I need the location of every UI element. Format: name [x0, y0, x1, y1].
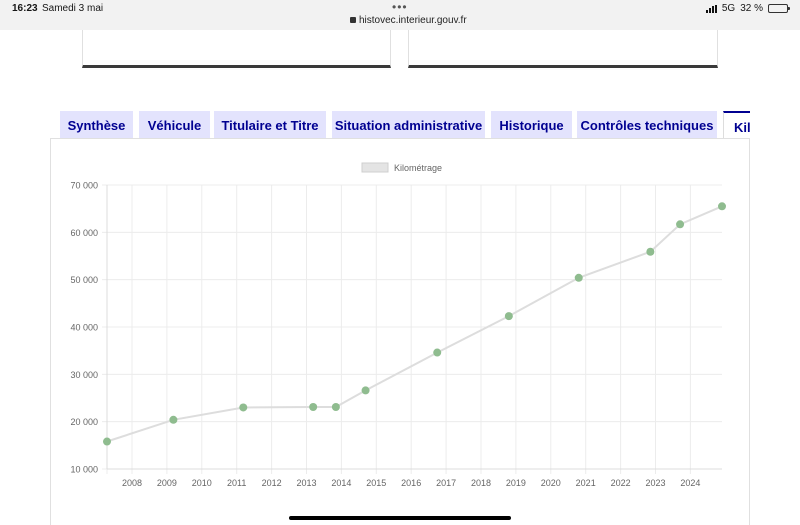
- tab-controles-techniques[interactable]: Contrôles techniques: [577, 111, 717, 140]
- address-bar[interactable]: histovec.interieur.gouv.fr: [350, 15, 467, 26]
- x-tick-label: 2014: [331, 478, 351, 488]
- legend-swatch: [361, 162, 389, 173]
- mileage-chart: 10 000 20 000 30 000 40 000 50 000 60 000 70 0…: [70, 162, 726, 488]
- data-point: [574, 273, 583, 282]
- data-point: [103, 437, 111, 446]
- x-tick-label: 2008: [122, 478, 142, 488]
- x-tick-label: 2022: [611, 478, 631, 488]
- x-tick-label: 2019: [506, 478, 526, 488]
- y-tick-label: 30 000: [70, 370, 98, 380]
- tab-vehicule[interactable]: Véhicule: [139, 111, 210, 140]
- data-point: [331, 402, 340, 411]
- x-tick-label: 2009: [157, 478, 177, 488]
- y-tick-label: 60 000: [70, 228, 98, 238]
- chart-legend: Kilométrage: [361, 162, 442, 173]
- home-indicator[interactable]: [289, 516, 511, 520]
- chart-axes: 10 000 20 000 30 000 40 000 50 000 60 000 70 0…: [70, 181, 722, 488]
- status-time: 16:23: [12, 3, 38, 14]
- data-point: [169, 415, 178, 424]
- x-tick-label: 2010: [192, 478, 212, 488]
- data-point: [504, 312, 513, 321]
- y-tick-label: 20 000: [70, 417, 98, 427]
- data-point: [676, 220, 685, 229]
- tab-titulaire-titre[interactable]: Titulaire et Titre: [214, 111, 326, 140]
- data-point: [239, 403, 248, 412]
- x-tick-label: 2013: [296, 478, 316, 488]
- x-tick-label: 2012: [262, 478, 282, 488]
- lock-icon: [350, 17, 356, 23]
- tab-situation-administrative[interactable]: Situation administrative: [332, 111, 485, 140]
- tab-panel: 10 000 20 000 30 000 40 000 50 000 60 000 70 0…: [50, 138, 750, 525]
- signal-icon: [705, 4, 717, 13]
- y-tick-label: 40 000: [70, 323, 98, 333]
- battery-percent: 32 %: [740, 3, 763, 14]
- x-tick-label: 2015: [366, 478, 386, 488]
- y-tick-label: 50 000: [70, 275, 98, 285]
- status-date: Samedi 3 mai: [42, 3, 104, 14]
- x-tick-label: 2021: [576, 478, 596, 488]
- x-tick-label: 2017: [436, 478, 456, 488]
- series-line: [106, 205, 723, 443]
- more-dots-icon[interactable]: •••: [392, 0, 408, 14]
- x-tick-label: 2011: [227, 478, 246, 488]
- data-point: [718, 202, 726, 211]
- address-url: histovec.interieur.gouv.fr: [359, 15, 467, 26]
- data-point: [646, 247, 655, 256]
- data-point: [433, 348, 442, 357]
- y-tick-label: 70 000: [70, 181, 98, 191]
- status-bar: 16:23 Samedi 3 mai ••• histovec.interieu…: [0, 0, 800, 30]
- x-tick-label: 2018: [471, 478, 491, 488]
- info-card-left: [82, 30, 391, 68]
- tab-historique[interactable]: Historique: [491, 111, 572, 140]
- x-tick-label: 2016: [401, 478, 421, 488]
- x-tick-label: 2020: [541, 478, 561, 488]
- x-tick-label: 2023: [645, 478, 665, 488]
- battery-icon: [768, 4, 790, 13]
- chart-grid: [102, 184, 722, 474]
- tab-kilometrage[interactable]: Kilo: [723, 111, 750, 140]
- data-point: [309, 402, 318, 411]
- data-point: [361, 386, 370, 395]
- info-card-right: [408, 30, 718, 68]
- status-indicators: 5G 32 %: [705, 3, 790, 14]
- network-type: 5G: [721, 3, 736, 14]
- y-tick-label: 10 000: [70, 465, 98, 475]
- tab-bar: Synthèse Véhicule Titulaire et Titre Sit…: [60, 110, 750, 140]
- x-tick-label: 2024: [680, 478, 700, 488]
- legend-label: Kilométrage: [394, 163, 442, 173]
- tab-synthese[interactable]: Synthèse: [60, 111, 133, 140]
- chart-series: [103, 202, 726, 446]
